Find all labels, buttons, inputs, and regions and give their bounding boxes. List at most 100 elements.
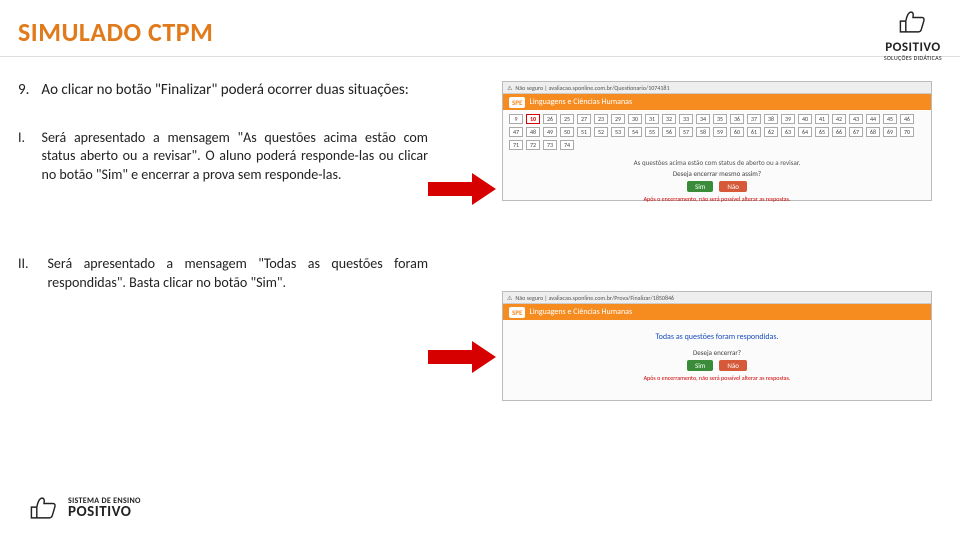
question-number[interactable]: 27 xyxy=(577,114,591,124)
question-number[interactable]: 47 xyxy=(509,127,523,137)
brand-name: POSITIVO xyxy=(884,41,942,54)
question-number[interactable]: 59 xyxy=(713,127,727,137)
slide-header: SIMULADO CTPM xyxy=(0,0,960,57)
question-number[interactable]: 65 xyxy=(815,127,829,137)
question-number[interactable]: 41 xyxy=(815,114,829,124)
item-i-text: Será apresentado a mensagem "As questões… xyxy=(42,129,428,186)
message-box: Deseja encerrar? Sim Não Após o encerram… xyxy=(503,342,931,386)
question-number[interactable]: 63 xyxy=(781,127,795,137)
question-number[interactable]: 42 xyxy=(832,114,846,124)
question-number[interactable]: 49 xyxy=(543,127,557,137)
screenshot-situation-1: ⚠ Não seguro | avaliacao.sponline.com.br… xyxy=(502,81,932,201)
question-number[interactable]: 74 xyxy=(560,140,574,150)
question-number[interactable]: 40 xyxy=(798,114,812,124)
no-button[interactable]: Não xyxy=(719,181,747,192)
question-number[interactable]: 31 xyxy=(645,114,659,124)
no-button[interactable]: Não xyxy=(719,360,747,371)
question-number[interactable]: 66 xyxy=(832,127,846,137)
message-box: As questões acima estão com status de ab… xyxy=(503,154,931,207)
question-number[interactable]: 68 xyxy=(866,127,880,137)
exam-header-bar: SPE Linguagens e Ciências Humanas xyxy=(503,304,931,320)
question-number[interactable]: 60 xyxy=(730,127,744,137)
question-number[interactable]: 73 xyxy=(543,140,557,150)
question-number[interactable]: 33 xyxy=(679,114,693,124)
question-number[interactable]: 67 xyxy=(849,127,863,137)
question-number[interactable]: 52 xyxy=(594,127,608,137)
left-column: 9. Ao clicar no botão "Finalizar" poderá… xyxy=(18,81,428,363)
question-number[interactable]: 48 xyxy=(526,127,540,137)
yes-button[interactable]: Sim xyxy=(687,360,713,371)
url-text: Não seguro | avaliacao.sponline.com.br/P… xyxy=(515,294,674,302)
item-ii-text: Será apresentado a mensagem "Todas as qu… xyxy=(47,255,428,293)
question-number[interactable]: 57 xyxy=(679,127,693,137)
step-9-number: 9. xyxy=(18,81,29,101)
warning-text: Após o encerramento, não será possível a… xyxy=(507,374,927,382)
question-number[interactable]: 69 xyxy=(883,127,897,137)
question-number[interactable]: 54 xyxy=(628,127,642,137)
question-number[interactable]: 53 xyxy=(611,127,625,137)
step-9-text: Ao clicar no botão "Finalizar" poderá oc… xyxy=(41,81,408,101)
question-number[interactable]: 32 xyxy=(662,114,676,124)
question-number[interactable]: 10 xyxy=(526,114,540,124)
exam-subject: Linguagens e Ciências Humanas xyxy=(529,307,632,317)
spe-logo: SPE xyxy=(509,307,525,318)
item-ii-rn: II. xyxy=(18,255,31,293)
question-number[interactable]: 45 xyxy=(883,114,897,124)
url-text: Não seguro | avaliacao.sponline.com.br/Q… xyxy=(515,84,669,92)
step-9: 9. Ao clicar no botão "Finalizar" poderá… xyxy=(18,81,428,101)
browser-urlbar: ⚠ Não seguro | avaliacao.sponline.com.br… xyxy=(503,82,931,94)
question-number[interactable]: 55 xyxy=(645,127,659,137)
question-number[interactable]: 43 xyxy=(849,114,863,124)
browser-urlbar: ⚠ Não seguro | avaliacao.sponline.com.br… xyxy=(503,292,931,304)
confirm-question: Deseja encerrar mesmo assim? xyxy=(507,169,927,178)
all-done-message: Todas as questões foram respondidas. xyxy=(503,332,931,342)
screenshot-situation-2: ⚠ Não seguro | avaliacao.sponline.com.br… xyxy=(502,291,932,401)
question-number[interactable]: 46 xyxy=(900,114,914,124)
question-number[interactable]: 72 xyxy=(526,140,540,150)
status-message: As questões acima estão com status de ab… xyxy=(507,158,927,167)
lock-warning-icon: ⚠ xyxy=(507,84,512,92)
question-number[interactable]: 26 xyxy=(543,114,557,124)
lock-warning-icon: ⚠ xyxy=(507,294,512,302)
arrow-icon xyxy=(428,341,498,373)
exam-header-bar: SPE Linguagens e Ciências Humanas xyxy=(503,94,931,110)
question-number[interactable]: 37 xyxy=(747,114,761,124)
warning-text: Após o encerramento, não será possível a… xyxy=(507,195,927,203)
question-number[interactable]: 61 xyxy=(747,127,761,137)
question-number[interactable]: 62 xyxy=(764,127,778,137)
footer-line2: POSITIVO xyxy=(68,505,141,520)
question-number[interactable]: 44 xyxy=(866,114,880,124)
question-number[interactable]: 38 xyxy=(764,114,778,124)
question-number[interactable]: 39 xyxy=(781,114,795,124)
item-i: I. Será apresentado a mensagem "As quest… xyxy=(18,129,428,186)
question-number[interactable]: 29 xyxy=(611,114,625,124)
yes-button[interactable]: Sim xyxy=(687,181,713,192)
exam-subject: Linguagens e Ciências Humanas xyxy=(529,97,632,107)
question-number[interactable]: 30 xyxy=(628,114,642,124)
question-number[interactable]: 56 xyxy=(662,127,676,137)
question-number[interactable]: 23 xyxy=(594,114,608,124)
item-i-rn: I. xyxy=(18,129,26,186)
question-number[interactable]: 50 xyxy=(560,127,574,137)
question-number[interactable]: 64 xyxy=(798,127,812,137)
question-number[interactable]: 25 xyxy=(560,114,574,124)
brand-sub: SOLUÇÕES DIDÁTICAS xyxy=(884,54,942,62)
item-ii: II. Será apresentado a mensagem "Todas a… xyxy=(18,255,428,293)
question-number[interactable]: 34 xyxy=(696,114,710,124)
spe-logo: SPE xyxy=(509,97,525,108)
brand-logo-top: POSITIVO SOLUÇÕES DIDÁTICAS xyxy=(884,8,942,62)
question-number[interactable]: 9 xyxy=(509,114,523,124)
thumbs-up-icon xyxy=(26,494,62,522)
arrow-icon xyxy=(428,173,498,205)
content-row: 9. Ao clicar no botão "Finalizar" poderá… xyxy=(0,57,960,363)
slide-title: SIMULADO CTPM xyxy=(18,16,942,48)
question-number[interactable]: 71 xyxy=(509,140,523,150)
question-number[interactable]: 35 xyxy=(713,114,727,124)
question-number[interactable]: 70 xyxy=(900,127,914,137)
question-number[interactable]: 36 xyxy=(730,114,744,124)
question-number[interactable]: 58 xyxy=(696,127,710,137)
confirm-buttons: Sim Não xyxy=(507,181,927,192)
question-number[interactable]: 51 xyxy=(577,127,591,137)
footer-logo: SISTEMA DE ENSINO POSITIVO xyxy=(26,494,141,522)
right-column: ⚠ Não seguro | avaliacao.sponline.com.br… xyxy=(438,81,942,363)
